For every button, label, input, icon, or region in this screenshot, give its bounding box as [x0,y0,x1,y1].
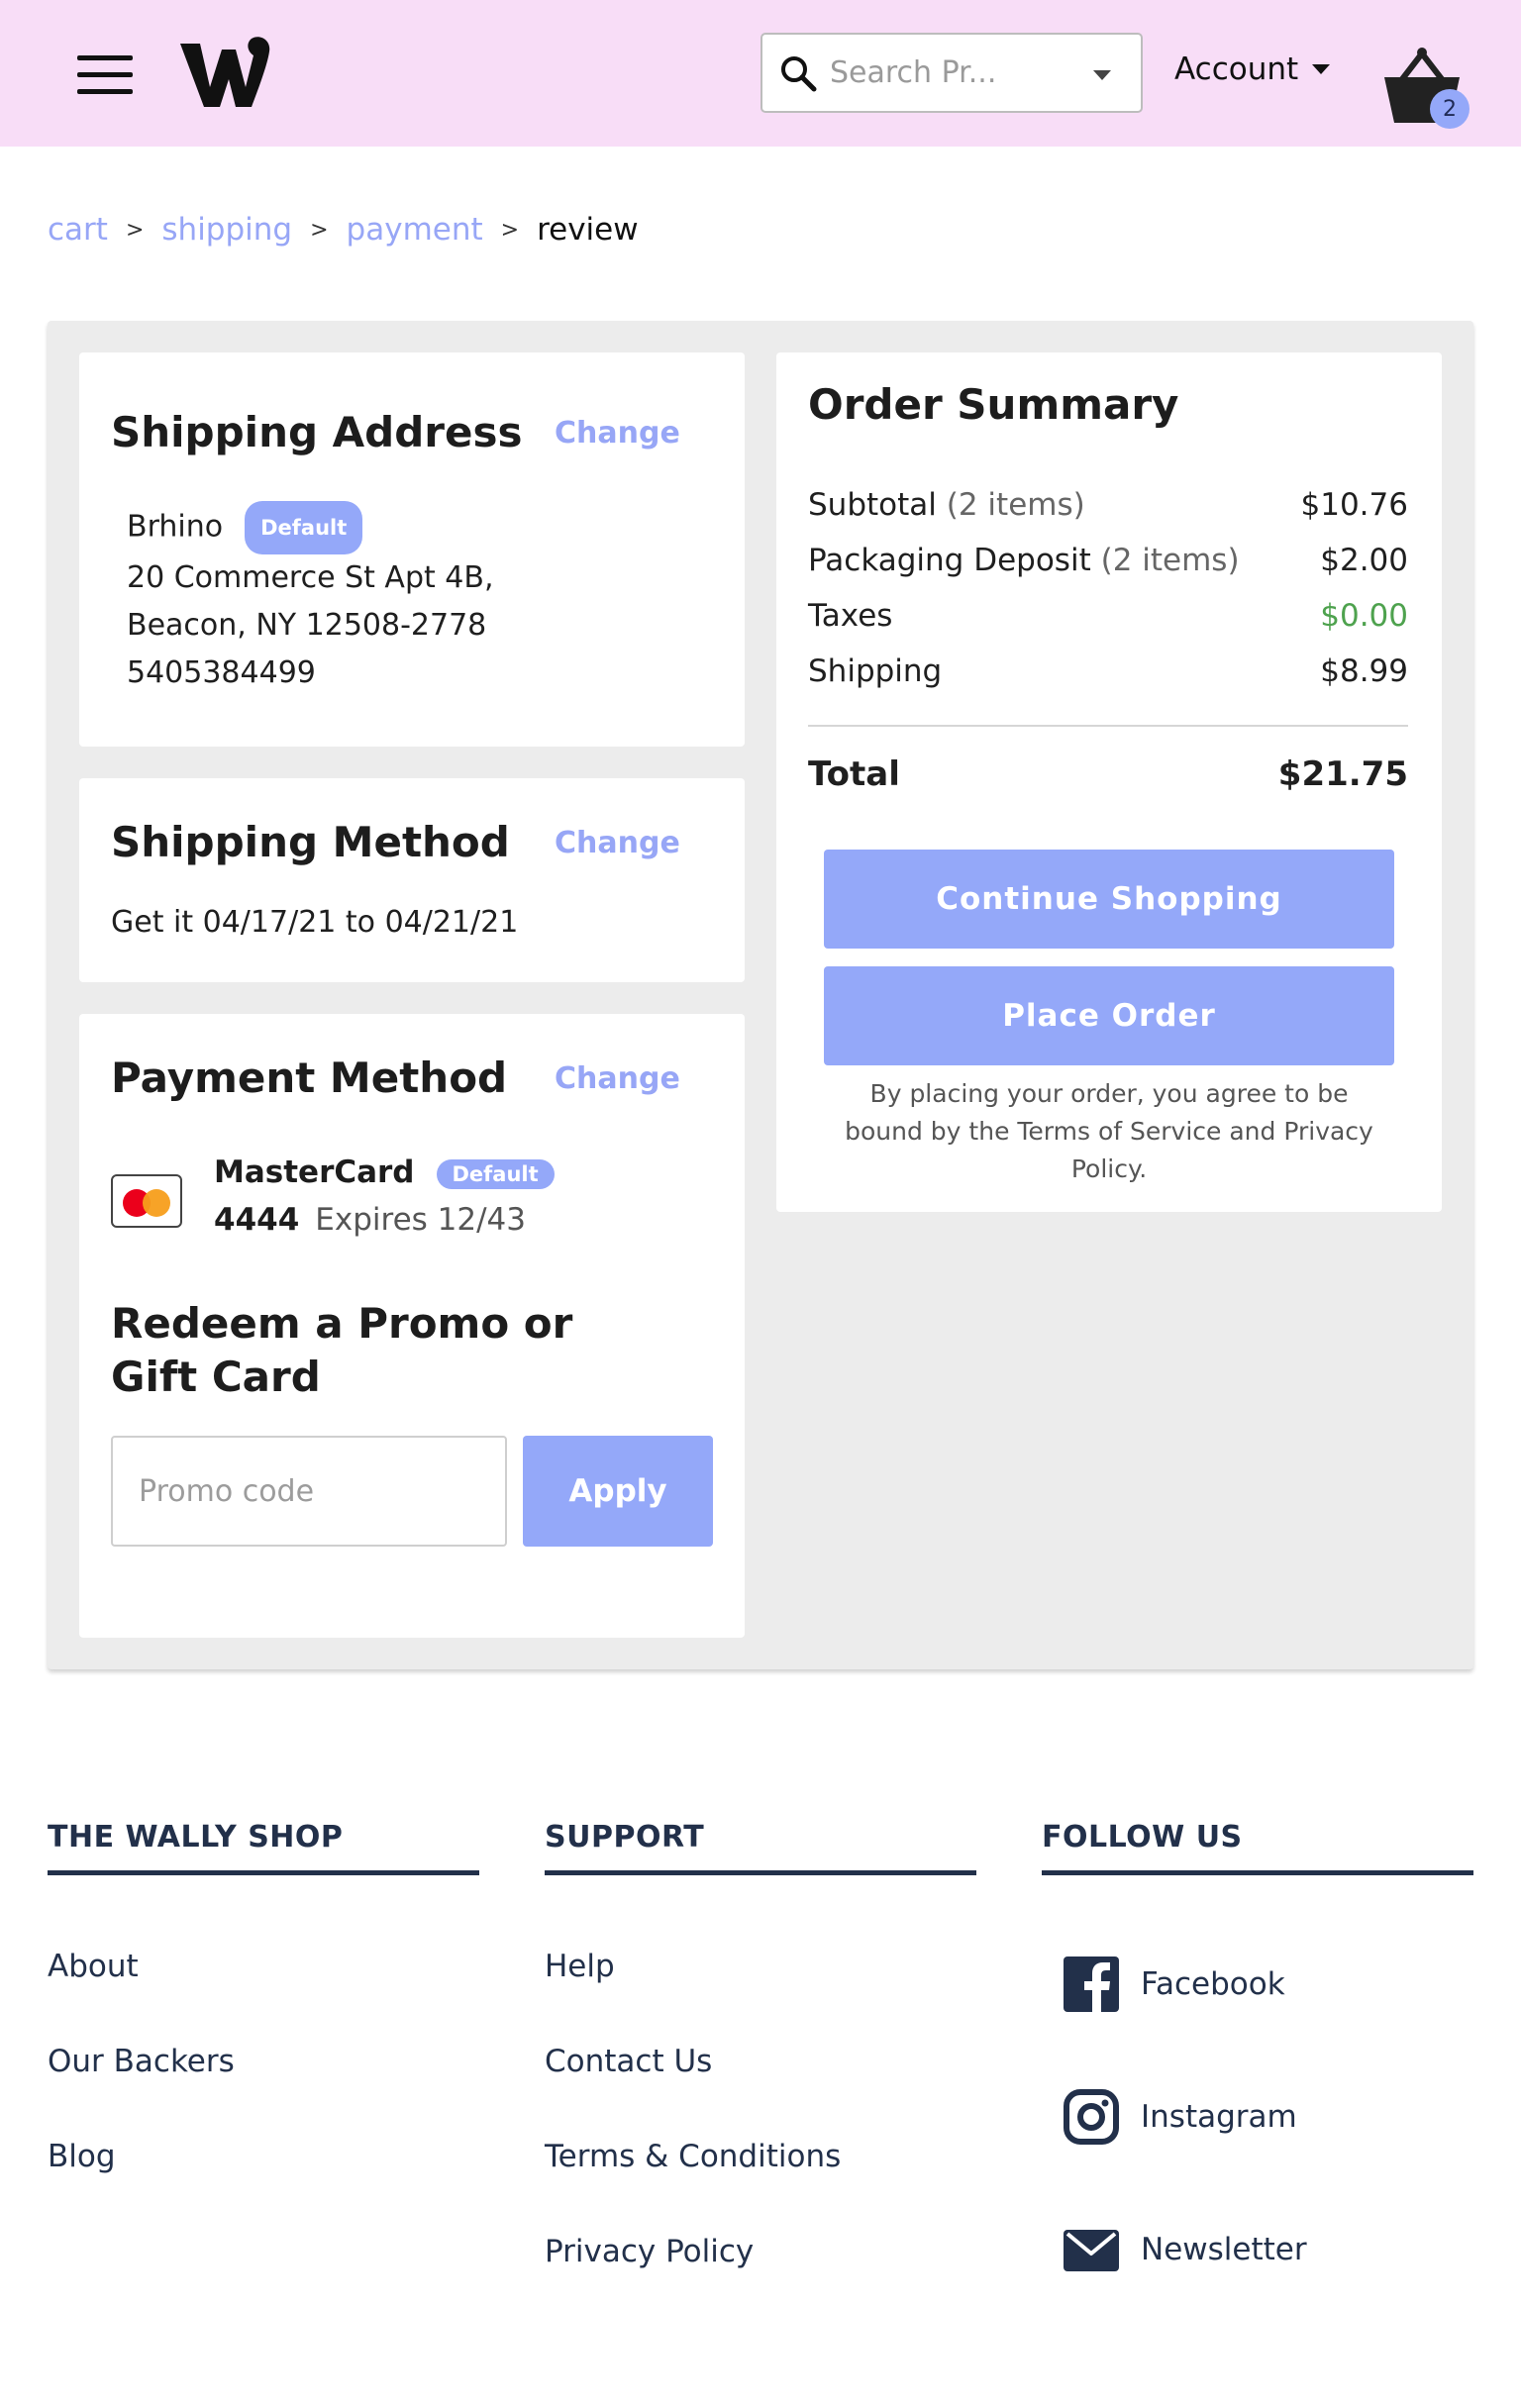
footer-link-blog[interactable]: Blog [48,2139,116,2174]
newsletter-link[interactable]: Newsletter [1064,2222,1307,2277]
order-summary-card: Order Summary Subtotal (2 items) $10.76 … [776,352,1442,1212]
address-line-1: 20 Commerce St Apt 4B, [127,560,494,595]
address-phone: 5405384499 [127,655,316,690]
chevron-down-icon[interactable] [1093,70,1111,80]
continue-shopping-button[interactable]: Continue Shopping [824,850,1394,949]
default-badge: Default [436,1158,555,1189]
footer-link-help[interactable]: Help [545,1949,615,1984]
deposit-value: $2.00 [1320,543,1408,578]
facebook-label: Facebook [1141,1966,1285,2002]
payment-method-title: Payment Method [111,1054,508,1102]
place-order-button[interactable]: Place Order [824,966,1394,1065]
footer-heading: THE WALLY SHOP [48,1820,479,1875]
shipping-method-card: Shipping Method Change Get it 04/17/21 t… [79,778,745,982]
account-menu[interactable]: Account [1174,51,1331,87]
subtotal-label: Subtotal [808,487,937,523]
shipping-label: Shipping [808,653,943,689]
summary-divider [808,725,1408,727]
breadcrumb: cart > shipping > payment > review [48,212,639,248]
card-expiry: Expires 12/43 [315,1202,526,1238]
footer-col-wally-shop: THE WALLY SHOP About Our Backers Blog [48,1820,479,2174]
shipping-address-title: Shipping Address [111,408,523,456]
taxes-value: $0.00 [1320,598,1408,634]
newsletter-label: Newsletter [1141,2232,1307,2267]
change-payment-link[interactable]: Change [555,1061,680,1096]
footer-heading: FOLLOW US [1042,1820,1473,1875]
promo-code-input[interactable] [111,1436,507,1547]
instagram-icon [1064,2089,1119,2145]
account-label: Account [1174,51,1299,87]
mail-icon [1064,2230,1119,2271]
search-box[interactable] [760,33,1143,113]
footer-col-follow-us: FOLLOW US Facebook Instagram Newsletter [1042,1820,1473,2271]
payment-method-card: Payment Method Change MasterCard Default … [79,1014,745,1638]
menu-icon[interactable] [77,55,133,95]
footer-link-our-backers[interactable]: Our Backers [48,2044,235,2079]
change-shipping-method-link[interactable]: Change [555,826,680,860]
taxes-row: Taxes $0.00 [808,598,1408,634]
breadcrumb-cart[interactable]: cart [48,212,108,248]
mastercard-icon [111,1174,182,1228]
deposit-items: (2 items) [1100,543,1240,578]
default-badge: Default [245,501,363,554]
instagram-link[interactable]: Instagram [1064,2089,1297,2145]
promo-title: Redeem a Promo or Gift Card [111,1299,573,1401]
deposit-label: Packaging Deposit [808,543,1091,578]
deposit-row: Packaging Deposit (2 items) $2.00 [808,543,1408,578]
order-summary-title: Order Summary [808,380,1179,429]
card-brand: MasterCard Default [214,1154,555,1190]
breadcrumb-separator: > [125,217,145,243]
card-brand-label: MasterCard [214,1154,415,1190]
facebook-link[interactable]: Facebook [1064,1956,1285,2012]
cart-count-badge: 2 [1430,89,1470,129]
footer-link-terms[interactable]: Terms & Conditions [545,2139,841,2174]
chevron-down-icon [1312,64,1331,74]
shipping-method-title: Shipping Method [111,818,510,866]
instagram-label: Instagram [1141,2099,1297,2135]
shipping-row: Shipping $8.99 [808,653,1408,689]
checkout-panel: Shipping Address Change Brhino Default 20… [48,321,1473,1669]
change-address-link[interactable]: Change [555,416,680,451]
delivery-window: Get it 04/17/21 to 04/21/21 [111,905,519,940]
apply-promo-button[interactable]: Apply [523,1436,713,1547]
taxes-label: Taxes [808,598,893,634]
total-value: $21.75 [1277,754,1408,794]
footer-link-contact-us[interactable]: Contact Us [545,2044,712,2079]
total-label: Total [808,754,900,794]
total-row: Total $21.75 [808,754,1408,794]
site-header: Account 2 [0,0,1521,147]
shipping-value: $8.99 [1320,653,1408,689]
terms-notice: By placing your order, you agree to be b… [845,1079,1373,1183]
footer-heading: SUPPORT [545,1820,976,1875]
search-input[interactable] [830,55,1058,90]
subtotal-row: Subtotal (2 items) $10.76 [808,487,1408,523]
breadcrumb-payment[interactable]: payment [347,212,483,248]
breadcrumb-separator: > [500,217,520,243]
footer-col-support: SUPPORT Help Contact Us Terms & Conditio… [545,1820,976,2269]
breadcrumb-separator: > [310,217,329,243]
breadcrumb-shipping[interactable]: shipping [161,212,292,248]
card-details: 4444 Expires 12/43 [214,1202,526,1238]
subtotal-items: (2 items) [946,487,1085,523]
subtotal-value: $10.76 [1300,487,1408,523]
address-name: Brhino [127,509,224,545]
address-block: Brhino Default 20 Commerce St Apt 4B, Bea… [127,501,494,697]
footer-link-about[interactable]: About [48,1949,139,1984]
search-icon [781,55,817,91]
footer-link-privacy[interactable]: Privacy Policy [545,2234,754,2269]
facebook-icon [1064,1956,1119,2012]
wally-logo[interactable] [178,36,273,111]
shipping-address-card: Shipping Address Change Brhino Default 20… [79,352,745,747]
card-last4: 4444 [214,1202,300,1238]
breadcrumb-review: review [537,212,639,248]
address-line-2: Beacon, NY 12508-2778 [127,608,487,643]
